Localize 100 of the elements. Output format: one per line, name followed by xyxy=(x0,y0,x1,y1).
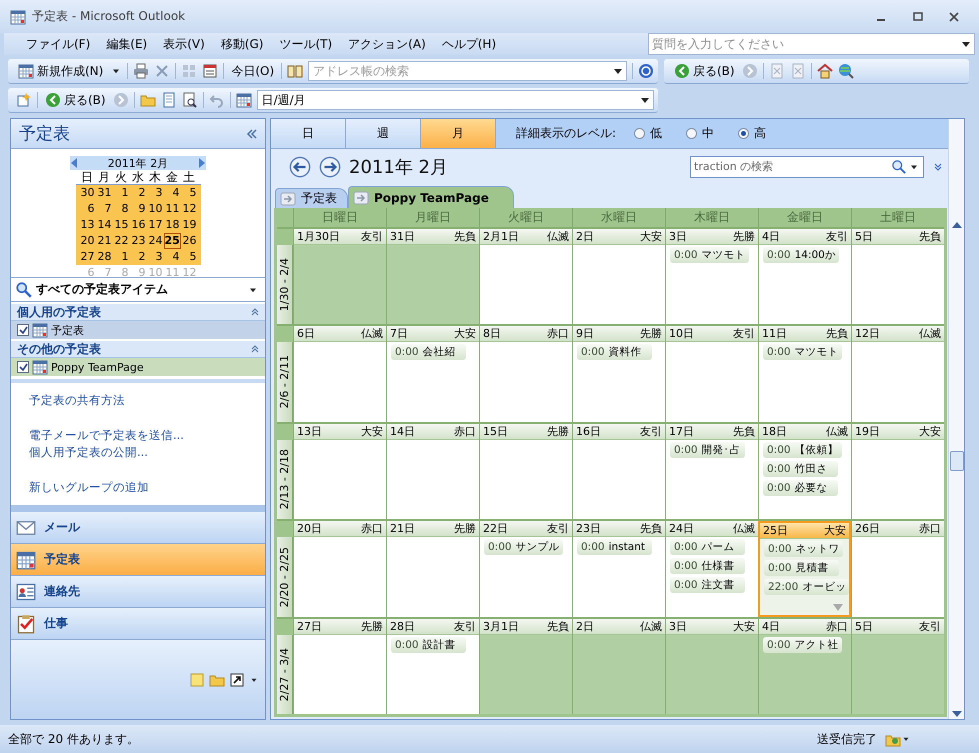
nav-button[interactable]: 仕事 xyxy=(11,608,265,640)
checkbox[interactable] xyxy=(17,361,29,373)
detail-radio[interactable]: 中 xyxy=(680,124,720,143)
day-cell[interactable]: 3日 大安 xyxy=(665,618,758,714)
day-cell[interactable]: 8日 赤口 xyxy=(479,326,572,422)
notebook-icon[interactable] xyxy=(160,92,177,108)
event-chip[interactable]: 0:00 資料作 xyxy=(577,344,652,360)
calendar-list-item[interactable]: Poppy TeamPage xyxy=(11,358,265,376)
calendar-tab[interactable]: 予定表 xyxy=(275,188,348,208)
day-cell[interactable]: 18日 仏滅 0:00 【依頼】 0:00 竹田さ 0:00 必要な xyxy=(758,424,851,520)
day-cell[interactable]: 5日 先負 xyxy=(851,229,944,324)
mini-day[interactable]: 10 xyxy=(146,201,164,217)
event-chip[interactable]: 0:00 マツモト xyxy=(670,247,749,263)
globe-search-icon[interactable] xyxy=(838,63,854,79)
day-cell[interactable]: 19日 大安 xyxy=(851,424,944,520)
search-field[interactable]: traction の検索 xyxy=(690,156,924,178)
mini-day[interactable]: 20 xyxy=(78,233,96,249)
event-chip[interactable]: 0:00 サンプル xyxy=(484,539,563,556)
event-chip[interactable]: 0:00 【依頼】 xyxy=(763,442,842,458)
mini-day[interactable]: 4 xyxy=(164,185,180,201)
day-cell[interactable]: 16日 友引 xyxy=(572,424,665,520)
mini-day[interactable]: 4 xyxy=(164,249,180,265)
day-cell[interactable]: 1月30日 友引 xyxy=(293,229,386,324)
mini-day[interactable]: 1 xyxy=(112,185,130,201)
expand-icon[interactable] xyxy=(932,160,944,172)
previous-icon[interactable] xyxy=(289,156,311,178)
day-cell[interactable]: 2日 仏滅 xyxy=(572,618,665,714)
print-icon[interactable] xyxy=(133,63,150,79)
event-chip[interactable]: 22:00 オービッ xyxy=(764,579,850,596)
day-cell[interactable]: 22日 友引 0:00 サンプル xyxy=(479,521,572,617)
mini-day[interactable]: 6 xyxy=(78,201,96,217)
mini-day[interactable]: 16 xyxy=(130,217,146,233)
mini-day[interactable]: 26 xyxy=(180,233,198,249)
back-button[interactable]: 戻る(B) xyxy=(672,60,737,82)
day-cell[interactable]: 4日 赤口 0:00 アクト社 xyxy=(758,618,851,714)
mini-day[interactable]: 9 xyxy=(130,201,146,217)
day-cell[interactable]: 12日 仏滅 xyxy=(851,326,944,422)
mini-day[interactable]: 28 xyxy=(96,249,112,265)
detail-radio[interactable]: 低 xyxy=(628,124,668,143)
mini-day[interactable]: 11 xyxy=(164,201,180,217)
filter-dropdown[interactable]: すべての予定表アイテム xyxy=(11,277,265,302)
menu-item[interactable]: ファイル(F) xyxy=(18,36,98,52)
prev-month-icon[interactable] xyxy=(70,158,78,168)
mini-day[interactable]: 27 xyxy=(78,249,96,265)
day-cell[interactable]: 24日 仏滅 0:00 パーム 0:00 仕様書 0:00 注文書 xyxy=(665,521,758,617)
group-header[interactable]: 個人用の予定表 xyxy=(11,304,265,321)
scroll-up-icon[interactable] xyxy=(952,222,962,228)
next-month-icon[interactable] xyxy=(198,158,206,168)
day-cell[interactable]: 3月1日 先負 xyxy=(479,618,572,714)
radio-dot[interactable] xyxy=(634,128,646,139)
view-tab[interactable]: 日 xyxy=(271,119,346,148)
calendar-list-item[interactable]: 予定表 xyxy=(11,321,265,339)
day-cell[interactable]: 5日 友引 xyxy=(851,618,944,714)
menu-item[interactable]: 移動(G) xyxy=(212,36,272,52)
mini-day[interactable]: 22 xyxy=(112,233,130,249)
link[interactable]: 予定表の共有方法 xyxy=(29,393,247,408)
menu-item[interactable]: ツール(T) xyxy=(271,36,340,52)
mini-day[interactable]: 7 xyxy=(96,201,112,217)
event-chip[interactable]: 0:00 マツモト xyxy=(763,344,842,360)
view-tab[interactable]: 月 xyxy=(421,119,496,148)
close-icon[interactable] xyxy=(949,12,959,22)
nav-button[interactable]: 予定表 xyxy=(11,544,265,576)
back-button[interactable]: 戻る(B) xyxy=(43,89,108,111)
mini-day[interactable]: 24 xyxy=(146,233,164,249)
day-cell[interactable]: 2月1日 仏滅 xyxy=(479,229,572,324)
mini-day[interactable]: 15 xyxy=(112,217,130,233)
mini-day[interactable]: 13 xyxy=(78,217,96,233)
checkbox[interactable] xyxy=(17,324,29,336)
mini-day[interactable]: 21 xyxy=(96,233,112,249)
event-chip[interactable]: 0:00 開発･占 xyxy=(670,442,745,458)
day-cell[interactable]: 17日 先負 0:00 開発･占 xyxy=(665,424,758,520)
mini-day[interactable]: 12 xyxy=(180,201,198,217)
event-chip[interactable]: 0:00 パーム xyxy=(670,539,745,556)
event-chip[interactable]: 0:00 14:00か xyxy=(763,247,839,263)
mini-day[interactable]: 31 xyxy=(96,185,112,201)
today-button[interactable]: 今日(O) xyxy=(229,60,276,82)
link[interactable]: 個人用予定表の公開... xyxy=(29,445,247,460)
mini-day[interactable]: 5 xyxy=(180,249,198,265)
mini-day[interactable]: 23 xyxy=(130,233,146,249)
day-cell[interactable]: 13日 大安 xyxy=(293,424,386,520)
shortcut-icon[interactable] xyxy=(229,672,245,688)
address-book-icon[interactable] xyxy=(287,63,304,79)
day-cell[interactable]: 14日 赤口 xyxy=(386,424,479,520)
view-combo[interactable]: 日/週/月 xyxy=(256,90,654,110)
mini-day[interactable]: 5 xyxy=(180,185,198,201)
event-chip[interactable]: 0:00 必要な xyxy=(763,480,838,496)
day-cell[interactable]: 9日 先勝 0:00 資料作 xyxy=(572,326,665,422)
maximize-icon[interactable] xyxy=(913,12,923,22)
event-chip[interactable]: 0:00 instant xyxy=(577,539,652,556)
day-cell[interactable]: 6日 仏滅 xyxy=(293,326,386,422)
menu-item[interactable]: アクション(A) xyxy=(340,36,434,52)
calendar-report-icon[interactable] xyxy=(202,63,218,79)
event-chip[interactable]: 0:00 設計書 xyxy=(391,636,466,653)
mini-day[interactable]: 3 xyxy=(146,185,164,201)
event-chip[interactable]: 0:00 ネットワ xyxy=(764,541,843,558)
event-chip[interactable]: 0:00 仕様書 xyxy=(670,558,745,574)
day-cell[interactable]: 28日 友引 0:00 設計書 xyxy=(386,618,479,714)
day-cell[interactable]: 11日 先負 0:00 マツモト xyxy=(758,326,851,422)
event-chip[interactable]: 0:00 注文書 xyxy=(670,577,745,594)
day-cell[interactable]: 26日 赤口 xyxy=(851,521,944,617)
